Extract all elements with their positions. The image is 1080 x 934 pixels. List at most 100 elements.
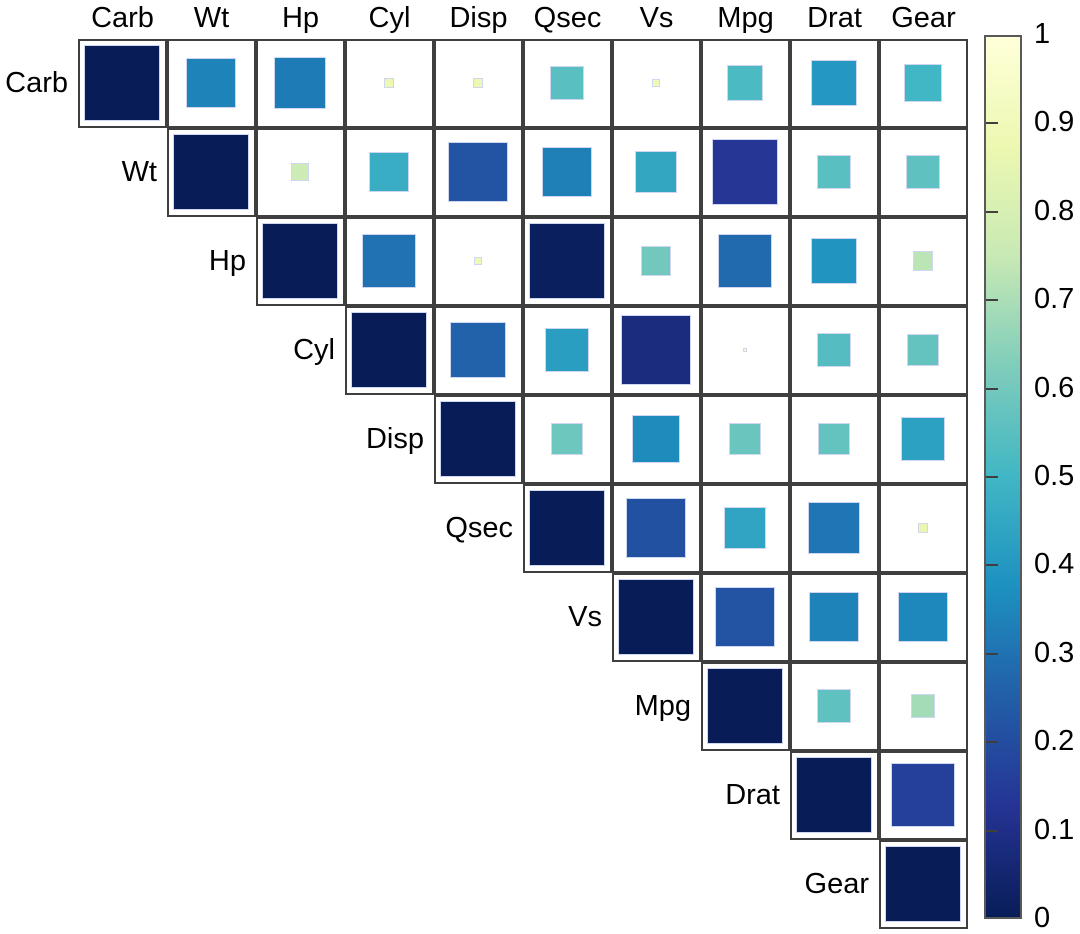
colorbar-tick-label: 0.7 [1034,283,1075,316]
matrix-cell [612,573,701,662]
matrix-cell [523,217,612,306]
matrix-cell [701,306,790,395]
colorbar-tick-label: 0 [1034,902,1051,934]
column-label-drat: Drat [807,2,862,34]
matrix-cell [879,662,968,751]
matrix-cell [790,573,879,662]
matrix-cell [523,39,612,128]
matrix-cell [790,306,879,395]
colorbar-tick [986,299,998,302]
correlation-square [549,65,585,101]
matrix-cell [434,128,523,217]
colorbar-tick [986,564,998,567]
correlation-square [529,223,605,299]
matrix-cell [345,39,434,128]
correlation-square [631,414,681,464]
correlation-square [173,134,249,210]
correlation-square [618,579,694,655]
matrix-cell [879,128,968,217]
matrix-cell [701,395,790,484]
matrix-cell [701,217,790,306]
matrix-cell [701,484,790,573]
colorbar-tick [986,387,998,390]
correlation-square [473,256,483,266]
correlation-square [810,237,858,285]
matrix-cell [434,39,523,128]
row-label-mpg: Mpg [634,689,691,722]
column-label-hp: Hp [281,2,320,34]
correlation-square [448,142,508,202]
correlation-square [807,501,861,555]
row-label-drat: Drat [725,778,780,811]
correlation-square [808,591,860,643]
correlation-matrix-figure: Carb Wt Hp Cyl Disp Qsec Vs Mpg Drat Gear Carb Wt Hp… [0,0,1080,934]
correlation-square [368,151,410,193]
matrix-cell [790,751,879,840]
correlation-square [551,423,583,455]
column-label-gear: Gear [891,2,956,34]
colorbar-tick-label: 0.3 [1034,636,1075,669]
matrix-cell [879,840,968,929]
correlation-square [715,587,775,647]
colorbar-tick [986,741,998,744]
row-label-gear: Gear [804,867,869,900]
matrix-cell [612,484,701,573]
correlation-square [901,417,945,461]
correlation-square [904,64,942,102]
matrix-cell [434,217,523,306]
correlation-square [362,234,416,288]
colorbar-tick [986,476,998,478]
colorbar-tick-label: 0.2 [1034,725,1075,758]
matrix-cell [167,128,256,217]
correlation-square [817,422,851,456]
correlation-square [742,347,748,353]
matrix-cell [167,39,256,128]
correlation-square [906,155,940,189]
matrix-cell [434,395,523,484]
correlation-square [717,233,773,289]
matrix-cell [790,662,879,751]
matrix-cell [790,217,879,306]
matrix-cell [790,395,879,484]
column-label-vs: Vs [639,2,674,34]
correlation-square [891,763,955,827]
matrix-cell [701,39,790,128]
matrix-cell [523,484,612,573]
colorbar-tick-label: 0.9 [1034,106,1075,139]
colorbar-tick-label: 0.4 [1034,548,1075,581]
matrix-cell [612,39,701,128]
matrix-cell [434,306,523,395]
colorbar-tick-label: 0.8 [1034,194,1075,227]
correlation-square [796,757,872,833]
correlation-square [640,245,672,277]
row-label-vs: Vs [568,600,602,633]
row-label-cyl: Cyl [293,333,335,366]
row-label-hp: Hp [208,244,246,277]
colorbar-tick [986,210,998,213]
matrix-cell [345,306,434,395]
column-label-wt: Wt [193,2,230,34]
correlation-square [529,490,605,566]
matrix-cell [701,662,790,751]
correlation-square [723,506,767,550]
correlation-square [707,668,783,744]
correlation-square [625,497,686,558]
colorbar-tick-label: 0.5 [1034,460,1075,492]
correlation-square [621,315,691,385]
colorbar-tick [986,652,998,655]
matrix-cell [256,128,345,217]
correlation-square [817,689,851,723]
correlation-square [726,64,764,102]
colorbar-tick-label: 0.1 [1034,813,1075,846]
colorbar-tick [986,122,998,125]
correlation-square [911,694,935,718]
matrix-cell [612,395,701,484]
correlation-square [729,423,761,455]
row-label-wt: Wt [121,155,157,188]
matrix-cell [879,751,968,840]
row-label-carb: Carb [5,66,68,99]
matrix-cell [256,39,345,128]
matrix-cell [879,306,968,395]
correlation-square [351,312,427,388]
matrix-cell [790,484,879,573]
